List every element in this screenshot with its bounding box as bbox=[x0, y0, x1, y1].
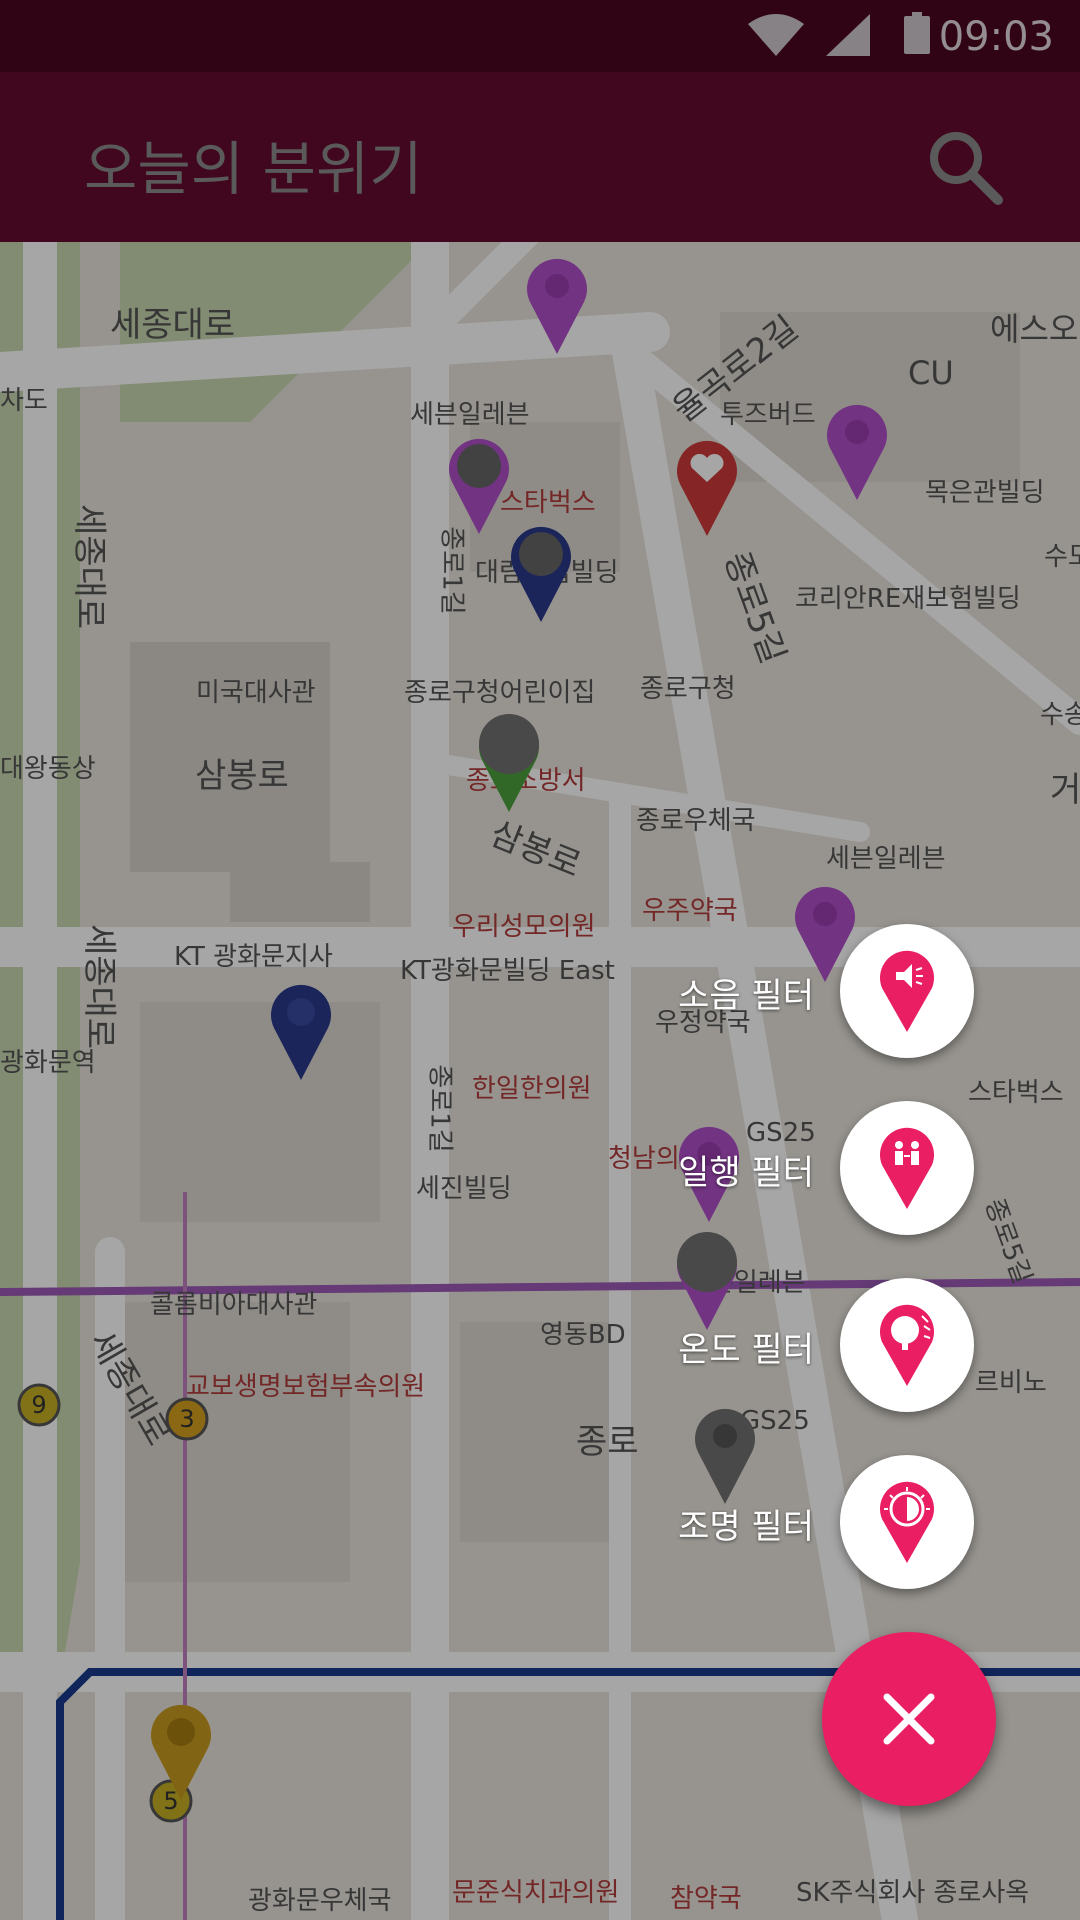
companion-filter-item[interactable]: 일행 필터 bbox=[574, 1101, 974, 1235]
close-icon bbox=[883, 1693, 935, 1745]
light-pin-icon bbox=[880, 1481, 934, 1563]
noise-pin-icon bbox=[880, 950, 934, 1032]
temperature-filter-label: 온도 필터 bbox=[678, 1330, 814, 1370]
temperature-filter-button[interactable] bbox=[840, 1278, 974, 1412]
temperature-filter-item[interactable]: 온도 필터 bbox=[574, 1278, 974, 1412]
companion-pin-icon bbox=[880, 1127, 934, 1209]
close-menu-button[interactable] bbox=[822, 1632, 996, 1806]
noise-filter-label: 소음 필터 bbox=[678, 976, 814, 1016]
light-filter-item[interactable]: 조명 필터 bbox=[574, 1455, 974, 1589]
temperature-pin-icon bbox=[880, 1304, 934, 1386]
noise-filter-item[interactable]: 소음 필터 bbox=[574, 924, 974, 1058]
light-filter-button[interactable] bbox=[840, 1455, 974, 1589]
light-filter-label: 조명 필터 bbox=[678, 1507, 814, 1547]
companion-filter-label: 일행 필터 bbox=[678, 1153, 814, 1193]
noise-filter-button[interactable] bbox=[840, 924, 974, 1058]
companion-filter-button[interactable] bbox=[840, 1101, 974, 1235]
